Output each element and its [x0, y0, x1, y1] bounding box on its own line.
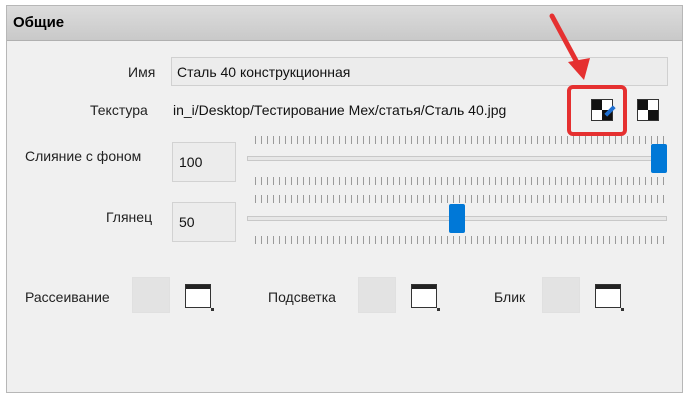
gloss-slider-thumb[interactable] — [449, 204, 465, 233]
annotation-highlight-box — [567, 85, 627, 136]
blend-ticks-bottom — [255, 177, 667, 185]
blend-track[interactable] — [247, 156, 667, 161]
name-label: Имя — [128, 64, 156, 80]
blend-ticks-top — [255, 136, 667, 144]
texture-path: in_i/Desktop/Тестирование Мех/статья/Ста… — [173, 102, 507, 118]
specular-label: Блик — [494, 289, 526, 305]
blend-value: 100 — [179, 154, 203, 170]
diffuse-map-icon[interactable] — [185, 284, 214, 311]
gloss-ticks-top — [255, 195, 667, 203]
texture-browse-icon[interactable] — [637, 99, 659, 121]
gloss-input[interactable]: 50 — [172, 202, 236, 242]
gloss-label: Глянец — [106, 209, 153, 225]
glow-label: Подсветка — [268, 289, 336, 305]
glow-map-icon[interactable] — [411, 284, 440, 311]
diffuse-swatch[interactable] — [132, 277, 170, 313]
specular-swatch[interactable] — [542, 277, 580, 313]
gloss-value: 50 — [179, 214, 195, 230]
texture-path-field[interactable]: in_i/Desktop/Тестирование Мех/статья/Ста… — [171, 95, 566, 124]
specular-map-icon[interactable] — [595, 284, 624, 311]
glow-swatch[interactable] — [358, 277, 396, 313]
blend-input[interactable]: 100 — [172, 142, 236, 182]
gloss-ticks-bottom — [255, 236, 667, 244]
section-title: Общие — [13, 14, 65, 31]
name-value: Сталь 40 конструкционная — [177, 64, 351, 80]
blend-label: Слияние с фоном — [25, 148, 142, 164]
texture-label: Текстура — [90, 102, 148, 118]
annotation-arrow-icon — [549, 13, 590, 80]
blend-slider-thumb[interactable] — [651, 144, 667, 173]
diffuse-label: Рассеивание — [25, 289, 110, 305]
